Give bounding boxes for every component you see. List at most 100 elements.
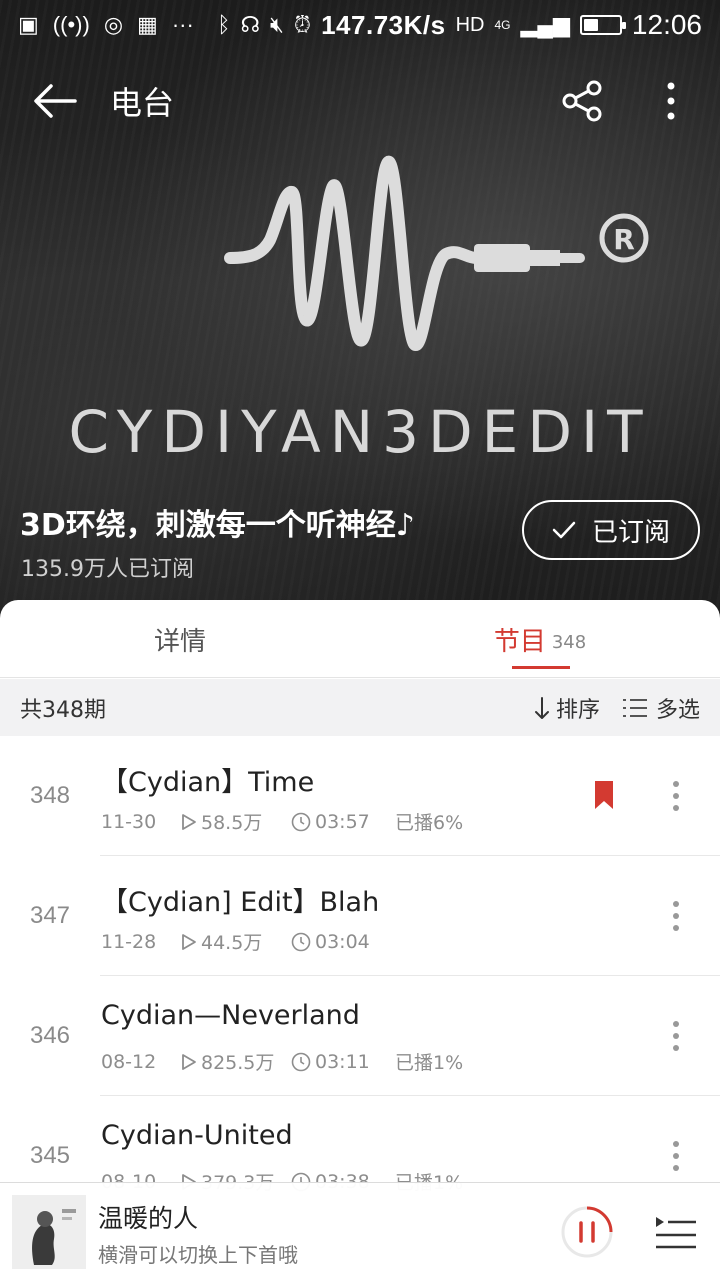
clock-icon [291,812,311,831]
radio-title: 3D环绕，刺激每一个听神经♪ [20,508,415,543]
clock-icon [291,1052,311,1071]
tab-episodes-label: 节目 [493,626,546,657]
episode-more-button[interactable] [666,776,686,816]
album-cover [12,1195,86,1269]
episode-more-button[interactable] [666,896,686,936]
episode-number: 345 [29,1142,71,1169]
brand-wordmark: CYDIYAN3DEDIT [68,398,652,466]
episode-plays-value: 825.5万 [201,1052,275,1074]
tab-detail-label: 详情 [153,626,206,657]
episode-plays: 44.5万 [181,928,291,955]
hd-indicator: HD [455,13,485,36]
app-notification-icon: ◎ [103,12,124,37]
episode-plays-value: 58.5万 [201,812,263,834]
pause-button[interactable] [560,1205,614,1259]
episode-progress: 已播6% [395,812,464,834]
battery-icon [579,15,626,35]
more-options-button[interactable] [646,76,696,126]
clock: 12:06 [631,9,702,40]
episode-date: 08-12 [101,1050,157,1073]
list-select-icon [622,698,647,717]
sort-down-icon [534,696,549,719]
episode-duration: 03:11 [291,1051,395,1073]
episode-meta: 08-12 825.5万 03:11 已播1% [101,1048,463,1075]
signal-icon: ▂▄▆ [520,12,570,37]
list-toolbar: 共348期 排序 多选 [0,679,720,736]
episode-title: 【Cydian] Edit】Blah [101,887,380,918]
radio-header: ▣ ((•)) ◎ ▦ ··· ᛒ ☊ 🔇︎ ⏰︎ 147.73K/s HD 4… [0,0,720,630]
multi-select-button[interactable]: 多选 [622,692,700,724]
episode-number: 348 [29,782,71,809]
more-vertical-icon [673,901,679,931]
more-vertical-icon [667,82,675,120]
episode-more-button[interactable] [666,1016,686,1056]
top-app-bar: 电台 [0,66,720,136]
tab-bar: 详情 节目 348 [0,600,720,678]
alarm-icon: ⏰︎ [293,12,312,37]
play-count-icon [182,813,196,830]
headphones-icon: ☊ [240,12,261,37]
episode-duration-value: 03:04 [315,930,370,953]
episode-more-button[interactable] [666,1136,686,1176]
page-title: 电台 [110,84,175,122]
share-button[interactable] [558,76,608,126]
active-tab-indicator [512,666,570,669]
svg-text:R: R [613,223,635,256]
episode-row[interactable]: 347 【Cydian] Edit】Blah 11-28 44.5万 03:04 [0,856,720,976]
multi-select-label: 多选 [655,697,700,723]
more-vertical-icon [673,1141,679,1171]
episode-number: 346 [29,1022,71,1049]
subscribed-label: 已订阅 [591,517,670,548]
share-icon [562,80,602,122]
sort-button[interactable]: 排序 [534,692,600,724]
swipe-hint: 横滑可以切换上下首哦 [98,1243,298,1267]
clock-icon [291,932,311,951]
episode-duration-value: 03:57 [315,810,370,833]
play-count-icon [182,933,196,950]
bookmark-icon [595,781,613,809]
sort-label: 排序 [555,697,600,723]
episode-progress: 已播1% [395,1052,464,1074]
episode-duration: 03:04 [291,931,395,953]
episode-duration: 03:57 [291,811,395,833]
episode-row[interactable]: 346 Cydian—Neverland 08-12 825.5万 03:11 已播1% [0,976,720,1096]
tab-detail[interactable]: 详情 [0,600,360,678]
status-bar: ▣ ((•)) ◎ ▦ ··· ᛒ ☊ 🔇︎ ⏰︎ 147.73K/s HD 4… [0,0,720,50]
hotspot-icon: ((•)) [52,12,90,37]
mini-player[interactable]: 温暖的人 横滑可以切换上下首哦 [0,1182,720,1280]
episode-plays: 825.5万 [181,1048,291,1075]
now-playing-title: 温暖的人 [98,1204,199,1233]
episode-plays-value: 44.5万 [201,932,263,954]
episode-row[interactable]: 348 【Cydian】Time 11-30 58.5万 03:57 已播6% [0,736,720,856]
episode-title: 【Cydian】Time [101,767,315,798]
episode-meta: 11-30 58.5万 03:57 已播6% [101,808,463,835]
episode-total: 共348期 [20,697,106,723]
more-vertical-icon [673,781,679,811]
arrow-left-icon [34,84,77,118]
episode-title: Cydian—Neverland [101,1000,360,1031]
subscriber-count: 135.9万人已订阅 [21,557,194,582]
episode-list: 348 【Cydian】Time 11-30 58.5万 03:57 已播6% 347 【Cy… [0,736,720,1216]
pause-icon [561,1206,613,1258]
tab-episodes-count: 348 [551,631,587,653]
episode-date: 11-30 [101,810,157,833]
network-type: 4G [494,18,511,32]
subscribed-button[interactable]: 已订阅 [522,500,700,560]
network-speed: 147.73K/s [321,9,446,40]
apps-notification-icon: ▦ [137,12,158,37]
play-count-icon [182,1053,196,1070]
episode-date: 11-28 [101,930,157,953]
episode-plays: 58.5万 [181,808,291,835]
episode-meta: 11-28 44.5万 03:04 [101,928,395,955]
episode-title: Cydian-United [101,1120,293,1151]
more-notifications-icon: ··· [171,12,194,37]
back-button[interactable] [0,66,110,136]
episode-duration-value: 03:11 [315,1050,370,1073]
playlist-button[interactable] [654,1213,698,1251]
check-icon [552,521,576,539]
playlist-icon [656,1217,696,1249]
more-vertical-icon [673,1021,679,1051]
mute-icon: 🔇︎ [270,12,284,37]
image-notification-icon: ▣ [18,12,39,37]
bluetooth-icon: ᛒ [217,12,231,37]
